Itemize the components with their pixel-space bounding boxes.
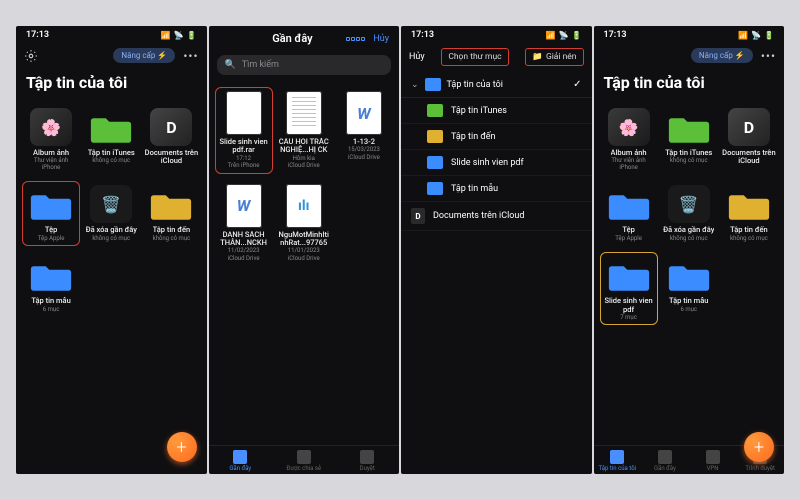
- item-icloud-docs[interactable]: D Documents trên iCloud: [142, 104, 200, 175]
- audio-icon: ılı: [286, 184, 322, 228]
- screen-my-files-after: 17:13 📶📡🔋 Nâng cấp ⚡ ••• Tập tin của tôi…: [594, 26, 785, 474]
- item-trash[interactable]: 🗑️ Đã xóa gần đây không có mục: [660, 181, 718, 246]
- item-itunes[interactable]: Tập tin iTunes không có mục: [82, 104, 140, 175]
- more-icon[interactable]: •••: [183, 49, 198, 63]
- folder-green-icon: [668, 108, 710, 146]
- tab-vpn[interactable]: VPN: [689, 450, 737, 472]
- recent-item-word2[interactable]: W DANH SÁCH THÂN...NCKH 11/02/2023 iClou…: [215, 180, 273, 267]
- chevron-down-icon: ⌄: [411, 80, 419, 90]
- item-incoming[interactable]: Tập tin đến không có mục: [142, 181, 200, 246]
- page-title: Tập tin của tôi: [16, 69, 207, 100]
- tab-bar: Gần đây Được chia sẻ Duyệt: [209, 445, 400, 474]
- item-files-app[interactable]: Tệp Tệp Apple: [22, 181, 80, 246]
- documents-icon: D: [150, 108, 192, 146]
- recent-item-word1[interactable]: W 1-13-2 15/03/2023 iCloud Drive: [335, 87, 393, 174]
- folder-blue-icon: [30, 256, 72, 294]
- cancel-button[interactable]: Hủy: [409, 52, 425, 62]
- recents-grid: Slide sinh vien pdf.rar 17:12 Trên iPhon…: [209, 83, 400, 270]
- root-folder-row[interactable]: ⌄ Tập tin của tôi ✓: [401, 72, 592, 98]
- tab-recents[interactable]: Gần đây: [209, 450, 273, 472]
- item-files-app[interactable]: Tệp Tệp Apple: [600, 181, 658, 246]
- file-grid: 🌸 Album ảnh Thư viện ảnh iPhone Tập tin …: [594, 100, 785, 329]
- recent-item-doc[interactable]: CÂU HỎI TRẮC NGHIỆ...HỊ CK Hôm kia iClou…: [275, 87, 333, 174]
- new-folder-icon: 📁: [532, 52, 543, 62]
- folder-yellow-icon: [150, 185, 192, 223]
- folder-row-sample[interactable]: Tập tin mẫu: [401, 176, 592, 202]
- item-itunes[interactable]: Tập tin iTunes không có mục: [660, 104, 718, 175]
- choose-folder-button[interactable]: Chọn thư mục: [441, 48, 508, 66]
- folder-icon: [425, 78, 441, 91]
- more-icon[interactable]: •••: [761, 49, 776, 63]
- word-icon: W: [346, 91, 382, 135]
- shared-icon: [297, 450, 311, 464]
- folder-icon: [427, 182, 443, 195]
- documents-icon: D: [728, 108, 770, 146]
- upgrade-button[interactable]: Nâng cấp ⚡: [113, 48, 175, 63]
- search-icon: 🔍: [225, 60, 236, 70]
- folder-blue-icon: [668, 256, 710, 294]
- folder-icon: [427, 104, 443, 117]
- clock-icon: [658, 450, 672, 464]
- trash-icon: 🗑️: [668, 185, 710, 223]
- folder-row-icloud[interactable]: DDocuments trên iCloud: [401, 202, 592, 231]
- item-incoming[interactable]: Tập tin đến không có mục: [720, 181, 778, 246]
- screen-recents: Gần đây Hủy 🔍 Tìm kiếm Slide sinh vien p…: [209, 26, 400, 474]
- documents-icon: D: [411, 208, 425, 224]
- folder-yellow-icon: [728, 185, 770, 223]
- folder-blue-icon: [608, 256, 650, 294]
- settings-icon[interactable]: [24, 49, 38, 63]
- document-lines-icon: [286, 91, 322, 135]
- status-bar: 17:13 📶📡🔋: [16, 26, 207, 42]
- item-album[interactable]: 🌸 Album ảnh Thư viện ảnh iPhone: [600, 104, 658, 175]
- page-title: Tập tin của tôi: [594, 69, 785, 100]
- recent-item-rar[interactable]: Slide sinh vien pdf.rar 17:12 Trên iPhon…: [215, 87, 273, 174]
- folder-blue-icon: [608, 185, 650, 223]
- folder-row-slides[interactable]: Slide sinh vien pdf: [401, 150, 592, 176]
- item-icloud-docs[interactable]: D Documents trên iCloud: [720, 104, 778, 175]
- item-sample[interactable]: Tập tin mẫu 6 mục: [660, 252, 718, 325]
- header-title: Gần đây: [272, 32, 312, 45]
- tab-my-files[interactable]: Tập tin của tôi: [594, 450, 642, 472]
- item-album[interactable]: 🌸 Album ảnh Thư viện ảnh iPhone: [22, 104, 80, 175]
- folder-icon: [427, 156, 443, 169]
- word-icon: W: [226, 184, 262, 228]
- photos-icon: 🌸: [608, 108, 650, 146]
- folder-green-icon: [90, 108, 132, 146]
- clock-icon: [233, 450, 247, 464]
- folder-icon: [427, 130, 443, 143]
- recent-item-audio[interactable]: ılı NguMotMinhIti nhRat...97765 11/01/20…: [275, 180, 333, 267]
- tab-shared[interactable]: Được chia sẻ: [272, 450, 336, 472]
- status-bar: 17:13 📶📡🔋: [401, 26, 592, 42]
- photos-icon: 🌸: [30, 108, 72, 146]
- status-bar: 17:13 📶📡🔋: [594, 26, 785, 42]
- browse-icon: [360, 450, 374, 464]
- folder-blue-icon: [30, 185, 72, 223]
- screen-choose-folder: 17:13 📶📡🔋 Hủy Chọn thư mục 📁Giải nén ⌄ T…: [401, 26, 592, 474]
- tab-recents[interactable]: Gần đây: [641, 450, 689, 472]
- file-grid: 🌸 Album ảnh Thư viện ảnh iPhone Tập tin …: [16, 100, 207, 321]
- folder-icon: [610, 450, 624, 464]
- status-icons: 📶📡🔋: [161, 31, 197, 40]
- add-button[interactable]: +: [744, 432, 774, 462]
- trash-icon: 🗑️: [90, 185, 132, 223]
- upgrade-button[interactable]: Nâng cấp ⚡: [691, 48, 753, 63]
- folder-row-incoming[interactable]: Tập tin đến: [401, 124, 592, 150]
- tab-browse[interactable]: Duyệt: [336, 450, 400, 472]
- vpn-icon: [706, 450, 720, 464]
- status-time: 17:13: [26, 30, 49, 40]
- item-slides-pdf[interactable]: Slide sinh vien pdf 7 mục: [600, 252, 658, 325]
- folder-row-itunes[interactable]: Tập tin iTunes: [401, 98, 592, 124]
- screen-my-files: 17:13 📶📡🔋 Nâng cấp ⚡ ••• Tập tin của tôi…: [16, 26, 207, 474]
- check-icon: ✓: [573, 79, 581, 90]
- cancel-button[interactable]: Hủy: [373, 34, 389, 44]
- extract-button[interactable]: 📁Giải nén: [525, 48, 583, 66]
- item-trash[interactable]: 🗑️ Đã xóa gần đây không có mục: [82, 181, 140, 246]
- item-sample[interactable]: Tập tin mẫu 6 mục: [22, 252, 80, 317]
- view-toggle-icon[interactable]: [346, 37, 365, 41]
- search-input[interactable]: 🔍 Tìm kiếm: [217, 55, 392, 75]
- add-button[interactable]: +: [167, 432, 197, 462]
- document-icon: [226, 91, 262, 135]
